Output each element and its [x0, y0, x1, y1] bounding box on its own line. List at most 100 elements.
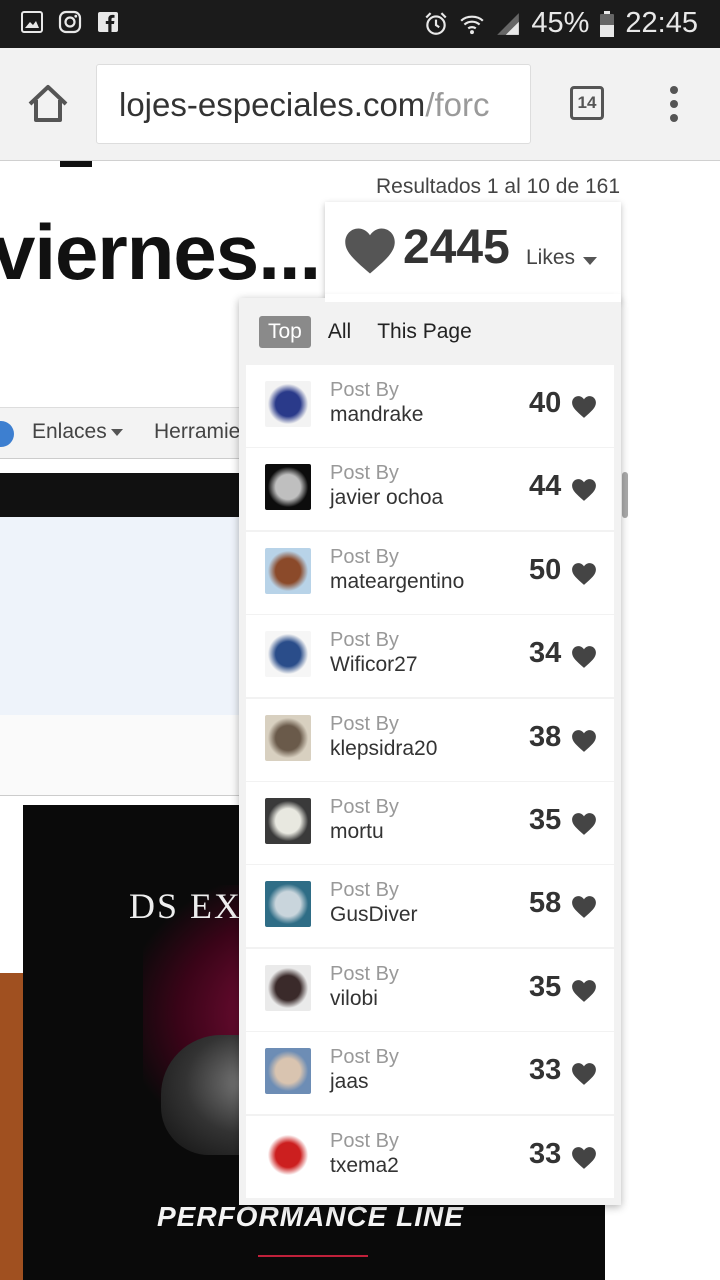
wifi-icon	[460, 15, 484, 34]
post-like-count: 58	[529, 887, 562, 920]
likes-dropdown: Top All This Page Post By mandrake 40 Po…	[239, 294, 621, 1205]
list-item[interactable]: Post By vilobi 35	[246, 948, 614, 1031]
post-like-count: 33	[529, 1137, 562, 1170]
post-author[interactable]: klepsidra20	[330, 737, 437, 761]
post-by-label: Post By	[330, 879, 399, 902]
post-like-count: 44	[529, 470, 562, 503]
battery-percent: 45%	[531, 7, 590, 39]
globe-icon	[0, 421, 14, 447]
post-by-label: Post By	[330, 379, 399, 401]
battery-icon	[600, 10, 615, 37]
post-by-label: Post By	[330, 962, 399, 985]
list-item[interactable]: Post By GusDiver 58	[246, 865, 614, 948]
results-count: Resultados 1 al 10 de 161	[375, 175, 620, 198]
image-icon	[21, 11, 43, 33]
list-item[interactable]: Post By mandrake 40	[246, 365, 614, 447]
heart-icon[interactable]	[571, 1062, 597, 1086]
post-author[interactable]: mortu	[330, 820, 384, 844]
status-bar: 45% 22:45	[0, 0, 720, 48]
post-by-label: Post By	[330, 1046, 399, 1069]
heart-icon	[345, 228, 395, 274]
post-author[interactable]: jaas	[330, 1070, 369, 1094]
watch-thumbnail	[265, 964, 311, 1011]
heart-icon[interactable]	[571, 979, 597, 1003]
list-item[interactable]: Post By mateargentino 50	[246, 531, 614, 614]
facebook-icon	[98, 12, 118, 32]
forum-nav: Enlaces Herramie	[0, 407, 260, 459]
post-author[interactable]: txema2	[330, 1154, 399, 1178]
post-like-count: 35	[529, 970, 562, 1003]
heart-icon[interactable]	[571, 729, 597, 753]
post-author[interactable]: javier ochoa	[330, 486, 443, 510]
post-by-label: Post By	[330, 1129, 399, 1152]
magician-thumbnail	[265, 381, 311, 427]
post-author[interactable]: vilobi	[330, 987, 378, 1011]
chevron-down-icon	[583, 257, 597, 265]
post-by-label: Post By	[330, 629, 399, 652]
clock: 22:45	[625, 7, 698, 39]
heart-icon[interactable]	[571, 478, 597, 502]
nav-enlaces-label: Enlaces	[32, 420, 107, 443]
ad-underline	[258, 1255, 368, 1257]
nav-herramientas[interactable]: Herramie	[154, 420, 240, 444]
chevron-down-icon	[110, 428, 123, 436]
likes-button[interactable]: 2445 Likes	[325, 202, 621, 302]
post-like-count: 38	[529, 720, 562, 753]
list-item[interactable]: Post By Wificor27 34	[246, 615, 614, 698]
logo-thumbnail	[265, 1131, 311, 1178]
post-author[interactable]: mateargentino	[330, 570, 464, 594]
watch-thumbnail	[265, 464, 311, 511]
tab-this-page[interactable]: This Page	[368, 316, 481, 348]
nav-enlaces[interactable]: Enlaces	[32, 420, 123, 444]
heart-icon[interactable]	[571, 395, 597, 419]
post-like-count: 40	[529, 387, 562, 419]
heart-icon[interactable]	[571, 1146, 597, 1170]
post-author[interactable]: Wificor27	[330, 653, 418, 677]
wrist-watch-thumbnail	[265, 1048, 311, 1095]
post-author[interactable]: mandrake	[330, 403, 423, 427]
list-item[interactable]: Post By mortu 35	[246, 781, 614, 864]
overflow-menu-icon[interactable]	[664, 84, 684, 124]
header-bar	[0, 473, 260, 517]
watch-thumbnail	[265, 797, 311, 844]
home-icon[interactable]	[24, 80, 72, 128]
scrollbar-thumb[interactable]	[622, 472, 628, 518]
sundial-thumbnail	[265, 714, 311, 761]
tab-top[interactable]: Top	[259, 316, 311, 348]
heart-icon[interactable]	[571, 895, 597, 919]
content-panel-footer	[0, 715, 260, 796]
likes-filter-tabs: Top All This Page	[259, 316, 489, 348]
instagram-icon	[58, 10, 82, 34]
watch-thumbnail	[265, 631, 311, 678]
divider	[60, 161, 92, 167]
post-like-count: 50	[529, 553, 562, 586]
list-item[interactable]: Post By javier ochoa 44	[246, 448, 614, 531]
tab-all[interactable]: All	[319, 316, 360, 348]
ad-brand: DS EX	[129, 886, 243, 926]
post-by-label: Post By	[330, 795, 399, 818]
signal-icon	[497, 12, 520, 35]
list-item[interactable]: Post By jaas 33	[246, 1032, 614, 1115]
post-like-count: 34	[529, 637, 562, 670]
heart-icon[interactable]	[571, 812, 597, 836]
content-panel	[0, 517, 260, 716]
heart-icon[interactable]	[571, 562, 597, 586]
likes-count: 2445	[403, 221, 510, 274]
ad-tagline: PERFORMANCE LINE	[157, 1201, 464, 1232]
tab-switcher-button[interactable]: 14	[570, 86, 604, 120]
list-item[interactable]: Post By txema2 33	[246, 1115, 614, 1198]
post-author[interactable]: GusDiver	[330, 903, 418, 927]
page-title: viernes...	[0, 208, 321, 296]
url-path: /forc	[425, 86, 490, 123]
liked-posts-list: Post By mandrake 40 Post By javier ochoa…	[246, 365, 614, 1199]
post-like-count: 35	[529, 803, 562, 836]
url-text: lojes-especiales.com/forc	[119, 86, 490, 124]
shark-thumbnail	[265, 881, 311, 928]
browser-toolbar: lojes-especiales.com/forc 14	[0, 48, 720, 161]
list-item[interactable]: Post By klepsidra20 38	[246, 698, 614, 781]
heart-icon[interactable]	[571, 645, 597, 669]
post-by-label: Post By	[330, 462, 399, 485]
post-like-count: 33	[529, 1054, 562, 1087]
url-bar[interactable]: lojes-especiales.com/forc	[96, 64, 531, 144]
mate-cup-thumbnail	[265, 547, 311, 594]
